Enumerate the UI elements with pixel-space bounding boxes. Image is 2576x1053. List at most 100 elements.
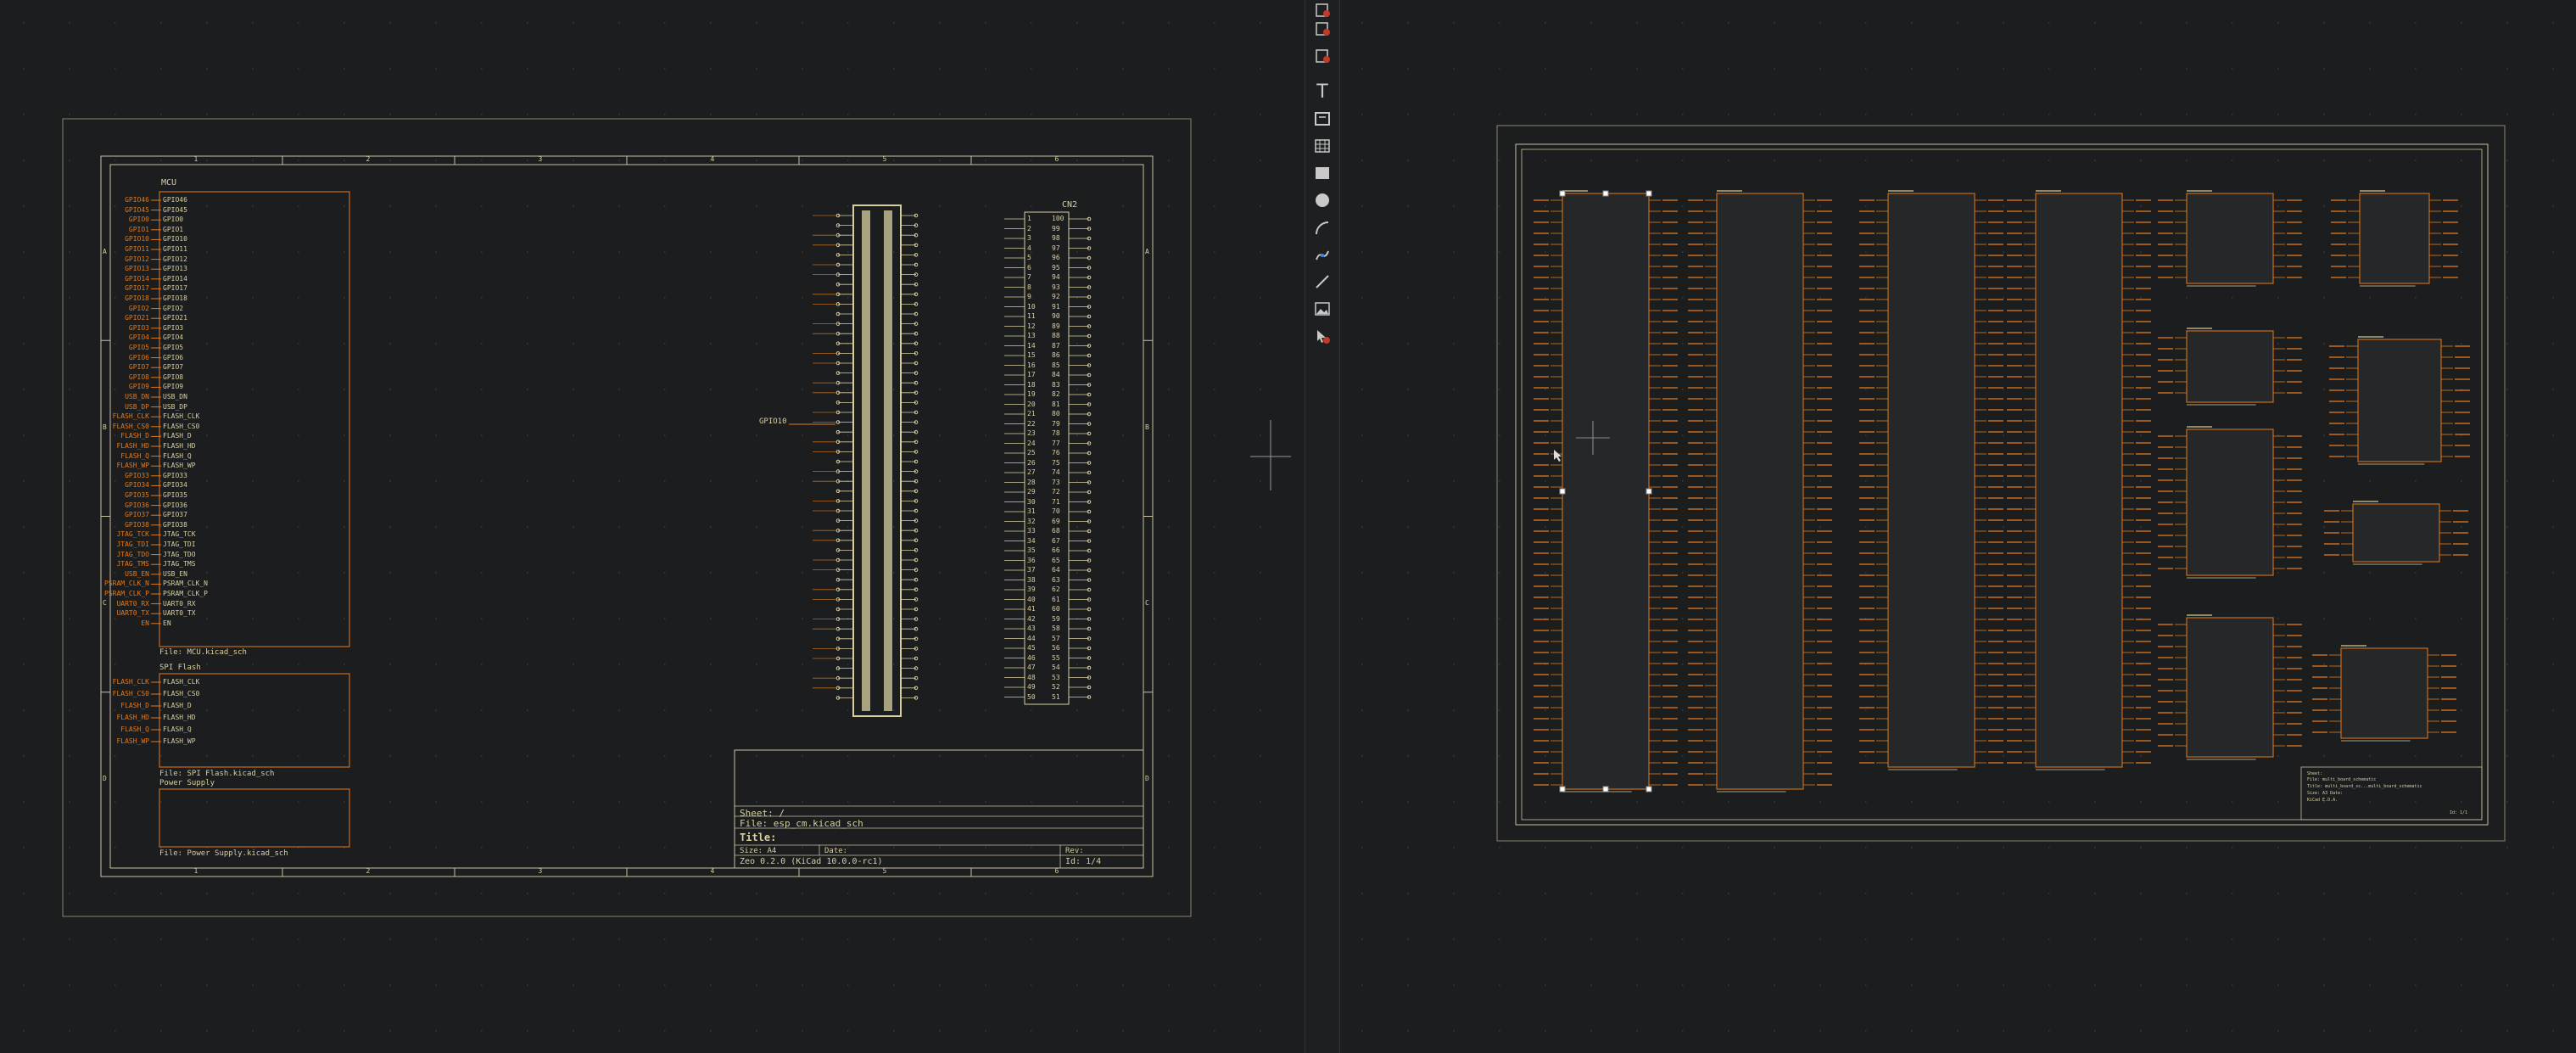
net-label: GPIO18 — [125, 294, 149, 302]
cn2-pin-number: 41 — [1027, 605, 1036, 613]
cn2-pin-number: 97 — [1052, 244, 1060, 252]
title-block-size: Size: A4 — [740, 847, 777, 855]
cn2-pin-number: 81 — [1052, 400, 1060, 408]
bezier-icon[interactable] — [1310, 244, 1334, 265]
net-label: GPIO34 — [125, 481, 149, 490]
frame-column-label: 5 — [882, 155, 887, 163]
arc-icon[interactable] — [1310, 217, 1334, 238]
cn2-pin-number: 49 — [1027, 683, 1036, 691]
cn2-pin-number: 42 — [1027, 614, 1036, 623]
cn2-pin-number: 90 — [1052, 312, 1060, 320]
cn2-pin-number: 45 — [1027, 644, 1036, 652]
net-label: UART0_RX — [116, 599, 149, 608]
sheet-pin-label: FLASH_CS0 — [163, 690, 200, 697]
cn2-pin-number: 5 — [1027, 254, 1031, 261]
net-label: GPIO3 — [128, 323, 149, 332]
connector-net-label: GPIO10 — [759, 417, 787, 426]
mcu-sheet-title: MCU — [161, 178, 177, 188]
frame-column-label: 3 — [538, 155, 543, 163]
cn2-pin-number: 33 — [1027, 527, 1036, 535]
net-label: GPIO33 — [125, 471, 149, 479]
sheet-pin-label: GPIO4 — [163, 333, 184, 342]
net-label: GPIO5 — [128, 344, 149, 351]
sheet-border-inner — [109, 164, 1144, 869]
cn2-pin-number: 39 — [1027, 585, 1036, 593]
text-icon[interactable]: T — [1310, 81, 1334, 103]
power-sheet-file: File: Power Supply.kicad_sch — [159, 849, 288, 858]
net-label: GPIO12 — [125, 255, 149, 263]
selection-handle — [1559, 488, 1566, 495]
title-block-kicad-version: Zeo 0.2.0 (KiCad 10.0.0-rc1) — [740, 857, 883, 866]
sheet-pin-label: JTAG_TDI — [163, 541, 196, 548]
cn2-pin-number: 36 — [1027, 556, 1036, 564]
cn2-pin-number: 87 — [1052, 341, 1060, 350]
title-block-title: Title: — [740, 832, 777, 843]
cn2-pin-number: 40 — [1027, 595, 1036, 603]
net-label: USB_DP — [125, 402, 149, 411]
net-label: JTAG_TDO — [116, 550, 149, 558]
cn2-pin-number: 7 — [1027, 273, 1031, 281]
cn2-pin-number: 29 — [1027, 488, 1036, 496]
sheet-pin-label: FLASH_WP — [163, 462, 196, 470]
sheet-pin-label: PSRAM_CLK_N — [163, 580, 208, 588]
schematic-canvas-right[interactable]: Sheet: File: multi_board_schematic Title… — [1338, 0, 2576, 1053]
sheet-pin-label: GPIO1 — [163, 225, 184, 233]
sheet-pin-label: GPIO5 — [163, 344, 184, 351]
delete-icon[interactable] — [1310, 326, 1334, 346]
sheet-pin-icon[interactable] — [1310, 46, 1334, 66]
net-label: FLASH_HD — [116, 442, 149, 450]
cn1-connector-body — [852, 204, 902, 717]
textbox-icon[interactable] — [1310, 109, 1334, 129]
hierarchical-sheet — [2186, 428, 2274, 576]
image-icon[interactable] — [1310, 299, 1334, 319]
frame-row-label: B — [103, 423, 107, 431]
cn2-pin-number: 6 — [1027, 263, 1031, 272]
net-label: GPIO0 — [128, 216, 149, 224]
frame-row-label: A — [103, 247, 107, 255]
sim-icon[interactable] — [1310, 0, 1334, 20]
rectangle-icon[interactable] — [1310, 163, 1334, 183]
cn2-pin-number: 70 — [1052, 507, 1060, 515]
right-title-block-sheet: Sheet: — [2307, 771, 2323, 776]
net-label: PSRAM_CLK_N — [104, 580, 149, 588]
cn2-pin-number: 100 — [1052, 215, 1064, 222]
sheet-pin-label: JTAG_TCK — [163, 530, 196, 539]
cn2-pin-number: 30 — [1027, 497, 1036, 506]
sheet-pin-label: GPIO14 — [163, 274, 187, 283]
mcu-sheet-file: File: MCU.kicad_sch — [159, 648, 247, 657]
schematic-sheet-right — [1496, 125, 2506, 842]
net-label: USB_DN — [125, 393, 149, 400]
sheet-pin-label: USB_DN — [163, 393, 187, 400]
cn2-pin-number: 89 — [1052, 322, 1060, 330]
cn2-pin-number: 61 — [1052, 595, 1060, 603]
cn2-pin-number: 24 — [1027, 439, 1036, 447]
cn2-pin-number: 68 — [1052, 527, 1060, 535]
cn2-pin-number: 58 — [1052, 625, 1060, 632]
frame-row-label: C — [1145, 599, 1149, 608]
cn2-pin-number: 99 — [1052, 224, 1060, 232]
sheet-pin-label: GPIO0 — [163, 216, 184, 224]
line-icon[interactable] — [1310, 272, 1334, 292]
sheet-pin-label: GPIO35 — [163, 491, 187, 499]
table-icon[interactable] — [1310, 136, 1334, 156]
hierarchical-sheet — [2186, 193, 2274, 284]
cn2-pin-number: 71 — [1052, 497, 1060, 506]
sheet-pin-label: GPIO46 — [163, 196, 187, 204]
sheet-pin-label: USB_EN — [163, 569, 187, 578]
sheet-pin-label: GPIO34 — [163, 481, 187, 490]
cn2-pin-number: 96 — [1052, 254, 1060, 261]
cn2-pin-number: 66 — [1052, 546, 1060, 554]
selection-handle — [1559, 190, 1566, 197]
cn2-pin-number: 60 — [1052, 605, 1060, 613]
net-label: FLASH_WP — [116, 737, 149, 745]
cn2-pin-number: 23 — [1027, 429, 1036, 437]
hierarchical-sheet — [1887, 193, 1975, 768]
circle-icon[interactable] — [1310, 190, 1334, 210]
sheet-pin-label: GPIO33 — [163, 471, 187, 479]
sheet-pin-label: JTAG_TDO — [163, 550, 196, 558]
frame-row-label: C — [103, 599, 107, 608]
sheet-pin-label: GPIO3 — [163, 323, 184, 332]
schematic-canvas-left[interactable]: MCU File: MCU.kicad_sch SPI Flash File: … — [0, 0, 1305, 1053]
pin-icon[interactable] — [1310, 19, 1334, 39]
cn2-pin-number: 44 — [1027, 634, 1036, 642]
